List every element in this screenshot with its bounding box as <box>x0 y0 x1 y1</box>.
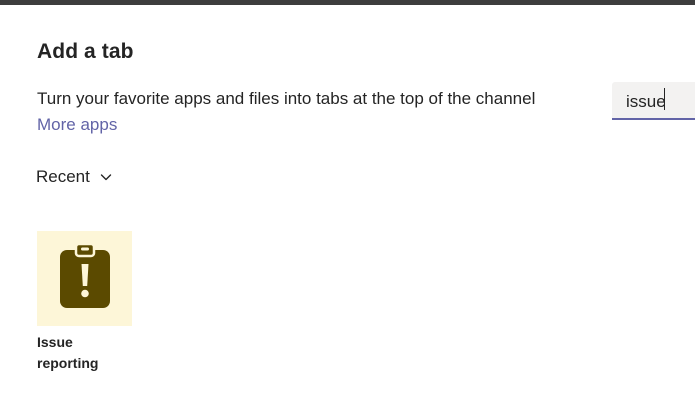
recent-filter-dropdown[interactable]: Recent <box>36 167 114 187</box>
more-apps-link[interactable]: More apps <box>37 115 117 135</box>
clipboard-alert-icon <box>58 241 112 316</box>
chevron-down-icon <box>98 169 114 185</box>
app-name: Issue reporting <box>37 334 99 371</box>
search-input[interactable] <box>612 82 695 118</box>
recent-filter-label: Recent <box>36 167 90 186</box>
app-icon-container <box>37 231 132 326</box>
window-top-border <box>0 0 695 5</box>
dialog-title: Add a tab <box>37 40 134 63</box>
dialog-subtitle: Turn your favorite apps and files into t… <box>37 89 536 108</box>
text-cursor <box>664 88 665 110</box>
search-box[interactable] <box>612 82 695 120</box>
app-tile-issue-reporting[interactable]: Issue reporting <box>37 231 132 374</box>
